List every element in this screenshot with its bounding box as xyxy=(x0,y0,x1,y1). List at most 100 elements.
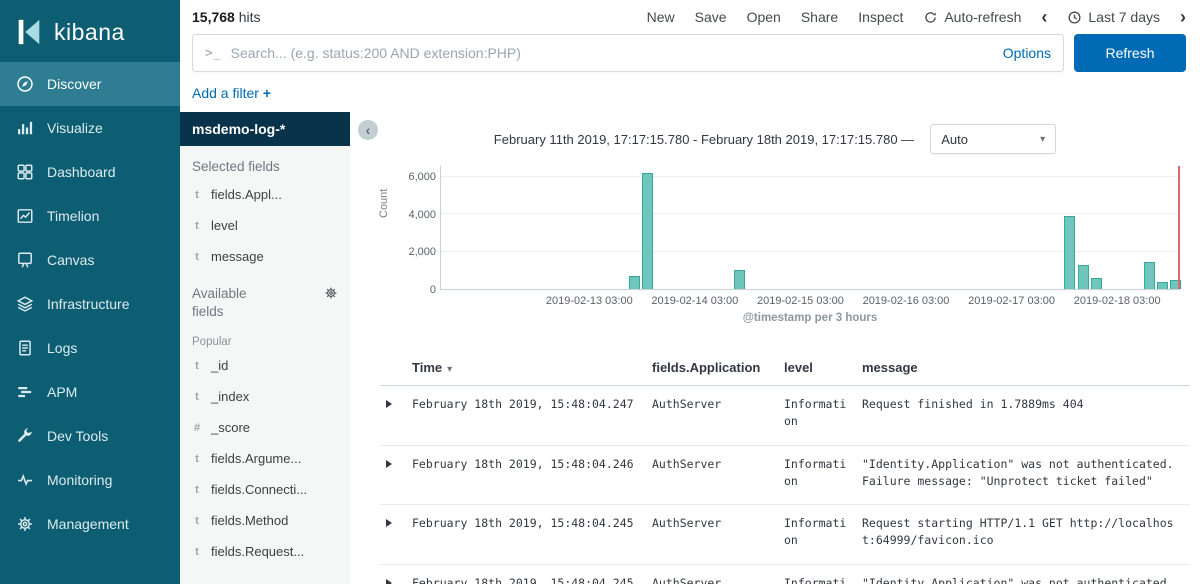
add-filter-label: Add a filter xyxy=(192,85,263,101)
expand-row-button[interactable] xyxy=(386,579,392,584)
field-item-fields-method[interactable]: t fields.Method xyxy=(180,505,350,536)
apm-icon xyxy=(16,383,34,401)
field-item-fields-application[interactable]: t fields.Appl... xyxy=(180,179,350,210)
histogram-header: ‹ February 11th 2019, 17:17:15.780 - Feb… xyxy=(350,118,1200,160)
selected-fields-header: Selected fields xyxy=(180,146,350,179)
kibana-logo[interactable]: kibana xyxy=(0,0,180,62)
discover-content: msdemo-log-* Selected fields t fields.Ap… xyxy=(180,112,1200,584)
field-item-index[interactable]: t _index xyxy=(180,381,350,412)
column-header-level[interactable]: level xyxy=(778,352,856,386)
field-item-score[interactable]: # _score xyxy=(180,412,350,443)
field-item-level[interactable]: t level xyxy=(180,210,350,241)
x-tick-label: 2019-02-14 03:00 xyxy=(651,295,738,307)
histogram-plot[interactable]: 2019-02-13 03:002019-02-14 03:002019-02-… xyxy=(440,166,1180,290)
canvas-icon xyxy=(16,251,34,269)
field-name: level xyxy=(211,218,238,233)
histogram-bar[interactable] xyxy=(1144,262,1155,289)
popular-header: Popular xyxy=(180,326,350,350)
cell-level: Information xyxy=(778,564,856,584)
column-header-time[interactable]: Time▾ xyxy=(406,352,646,386)
field-name: fields.Argume... xyxy=(211,451,301,466)
fields-panel: msdemo-log-* Selected fields t fields.Ap… xyxy=(180,112,350,584)
sidebar-item-label: Canvas xyxy=(47,252,94,268)
cell-level: Information xyxy=(778,505,856,565)
share-button[interactable]: Share xyxy=(801,9,838,25)
sidebar-item-dev-tools[interactable]: Dev Tools xyxy=(0,414,180,458)
expand-row-button[interactable] xyxy=(386,460,392,468)
sidebar-item-logs[interactable]: Logs xyxy=(0,326,180,370)
sidebar-item-apm[interactable]: APM xyxy=(0,370,180,414)
time-prev-button[interactable]: ‹ xyxy=(1041,8,1047,26)
field-name: fields.Request... xyxy=(211,544,304,559)
sidebar-item-timelion[interactable]: Timelion xyxy=(0,194,180,238)
index-pattern-selector[interactable]: msdemo-log-* xyxy=(180,112,350,146)
dashboard-icon xyxy=(16,163,34,181)
time-range-button[interactable]: Last 7 days xyxy=(1067,9,1160,25)
histogram-bar[interactable] xyxy=(1078,265,1089,289)
cell-level: Information xyxy=(778,386,856,446)
field-name: fields.Method xyxy=(211,513,288,528)
current-time-marker xyxy=(1178,166,1180,289)
field-item-fields-connection[interactable]: t fields.Connecti... xyxy=(180,474,350,505)
sidebar-item-canvas[interactable]: Canvas xyxy=(0,238,180,282)
field-item-fields-request[interactable]: t fields.Request... xyxy=(180,536,350,567)
table-header-row: Time▾ fields.Application level message xyxy=(380,352,1190,386)
histogram-bar[interactable] xyxy=(1064,216,1075,289)
field-item-message[interactable]: t message xyxy=(180,241,350,272)
gridline xyxy=(441,213,1180,214)
field-name: _score xyxy=(211,420,250,435)
search-input[interactable] xyxy=(231,45,1003,61)
column-header-application[interactable]: fields.Application xyxy=(646,352,778,386)
cell-time: February 18th 2019, 15:48:04.245 xyxy=(406,564,646,584)
column-header-message[interactable]: message xyxy=(856,352,1190,386)
histogram-chart: Count 02,0004,0006,000 2019-02-13 03:002… xyxy=(380,160,1190,336)
hits-label: hits xyxy=(239,9,261,25)
auto-refresh-icon xyxy=(923,10,938,25)
interval-select[interactable]: Auto ▾ xyxy=(930,124,1056,154)
open-button[interactable]: Open xyxy=(747,9,781,25)
cell-application: AuthServer xyxy=(646,505,778,565)
expand-row-button[interactable] xyxy=(386,519,392,527)
x-tick-label: 2019-02-17 03:00 xyxy=(968,295,1055,307)
field-item-fields-arguments[interactable]: t fields.Argume... xyxy=(180,443,350,474)
new-button[interactable]: New xyxy=(647,9,675,25)
x-axis-caption: @timestamp per 3 hours xyxy=(440,312,1180,324)
collapse-histogram-button[interactable]: ‹ xyxy=(358,120,378,140)
sidebar-item-management[interactable]: Management xyxy=(0,502,180,546)
cell-application: AuthServer xyxy=(646,564,778,584)
available-fields-row: Available fields xyxy=(180,272,350,326)
auto-refresh-button[interactable]: Auto-refresh xyxy=(923,9,1021,25)
refresh-button[interactable]: Refresh xyxy=(1074,34,1186,72)
y-tick-label: 6,000 xyxy=(408,171,436,183)
histogram-bar[interactable] xyxy=(1157,282,1168,289)
available-fields-header: Available fields xyxy=(180,272,260,326)
interval-value: Auto xyxy=(941,132,968,147)
field-name: message xyxy=(211,249,264,264)
add-filter-link[interactable]: Add a filter + xyxy=(192,85,271,101)
add-filter-plus-icon: + xyxy=(263,85,271,101)
save-button[interactable]: Save xyxy=(695,9,727,25)
y-tick-label: 4,000 xyxy=(408,209,436,221)
wrench-icon xyxy=(16,427,34,445)
sidebar-item-dashboard[interactable]: Dashboard xyxy=(0,150,180,194)
expand-row-button[interactable] xyxy=(386,400,392,408)
field-item-id[interactable]: t _id xyxy=(180,350,350,381)
histogram-bar[interactable] xyxy=(629,276,640,289)
sidebar-item-monitoring[interactable]: Monitoring xyxy=(0,458,180,502)
histogram-bar[interactable] xyxy=(642,173,653,289)
options-link[interactable]: Options xyxy=(1003,45,1051,61)
sidebar-item-discover[interactable]: Discover xyxy=(0,62,180,106)
timelion-icon xyxy=(16,207,34,225)
sort-caret-icon: ▾ xyxy=(447,364,452,375)
time-next-button[interactable]: › xyxy=(1180,8,1186,26)
x-tick-label: 2019-02-15 03:00 xyxy=(757,295,844,307)
inspect-button[interactable]: Inspect xyxy=(858,9,903,25)
histogram-bar[interactable] xyxy=(1091,278,1102,289)
sidebar-item-infrastructure[interactable]: Infrastructure xyxy=(0,282,180,326)
x-tick-label: 2019-02-18 03:00 xyxy=(1074,295,1161,307)
sidebar-item-visualize[interactable]: Visualize xyxy=(0,106,180,150)
histogram-bar[interactable] xyxy=(734,270,745,289)
brand-text: kibana xyxy=(54,19,125,46)
field-settings-gear-icon[interactable] xyxy=(324,286,338,300)
field-type-icon: t xyxy=(192,220,202,232)
